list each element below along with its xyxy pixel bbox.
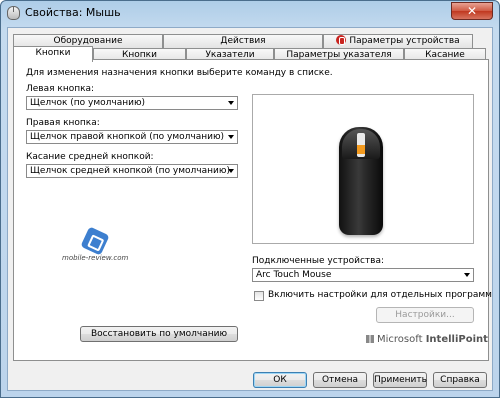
chevron-down-icon: [228, 101, 234, 105]
right-button-select[interactable]: Щелчок правой кнопкой (по умолчанию): [26, 130, 238, 144]
right-button-value: Щелчок правой кнопкой (по умолчанию): [30, 132, 225, 142]
cancel-button[interactable]: Отмена: [313, 372, 367, 388]
brand-product: IntelliPoint: [425, 334, 488, 345]
buttons-panel: Для изменения назначения кнопки выберите…: [13, 59, 492, 361]
mouse-icon: [7, 6, 20, 20]
ok-button[interactable]: ОК: [253, 372, 307, 388]
help-button[interactable]: Справка: [433, 372, 487, 388]
tab-label: Кнопки: [35, 48, 71, 58]
right-button-label: Правая кнопка:: [26, 118, 100, 128]
tab-label: Оборудование: [53, 36, 123, 46]
connected-devices-value: Arc Touch Mouse: [256, 270, 332, 280]
left-button-select[interactable]: Щелчок (по умолчанию): [26, 96, 238, 110]
middle-touch-value: Щелчок средней кнопкой (по умолчанию): [30, 166, 230, 176]
window-title: Свойства: Мышь: [25, 6, 121, 19]
middle-touch-select[interactable]: Щелчок средней кнопкой (по умолчанию): [26, 164, 238, 178]
brand-microsoft: Microsoft: [377, 334, 423, 345]
per-program-label[interactable]: Включить настройки для отдельных програм…: [268, 290, 492, 300]
tab-buttons-active[interactable]: Кнопки: [13, 46, 93, 62]
intellipoint-icon: [336, 35, 347, 45]
per-program-checkbox[interactable]: [254, 291, 264, 301]
tab-label: Действия: [220, 36, 266, 46]
microsoft-icon: [366, 335, 374, 343]
mouse-preview: [252, 94, 474, 244]
left-button-value: Щелчок (по умолчанию): [30, 98, 146, 108]
brand-logo: Microsoft IntelliPoint: [366, 334, 488, 345]
apply-button[interactable]: Применить: [373, 372, 427, 388]
chevron-down-icon: [464, 273, 470, 277]
settings-button[interactable]: Настройки...: [376, 307, 474, 323]
restore-defaults-button[interactable]: Восстановить по умолчанию: [80, 326, 238, 342]
mouse-properties-window: Свойства: Мышь ✕ Оборудование Действия П…: [0, 0, 500, 398]
title-bar[interactable]: Свойства: Мышь ✕: [1, 1, 499, 25]
middle-touch-label: Касание средней кнопкой:: [26, 152, 154, 162]
tab-actions[interactable]: Действия: [163, 34, 323, 48]
chevron-down-icon: [228, 135, 234, 139]
watermark-text: mobile-review.com: [62, 254, 129, 262]
chevron-down-icon: [228, 169, 234, 173]
watermark-logo-icon: [80, 226, 110, 256]
left-button-label: Левая кнопка:: [26, 84, 95, 94]
connected-devices-label: Подключенные устройства:: [252, 256, 385, 266]
close-button[interactable]: ✕: [451, 2, 493, 20]
mouse-image: [339, 127, 383, 235]
connected-devices-select[interactable]: Arc Touch Mouse: [252, 268, 474, 282]
tab-label: Параметры устройства: [349, 36, 460, 46]
mouse-highlight: [357, 145, 365, 154]
tab-device-settings[interactable]: Параметры устройства: [323, 34, 473, 48]
instruction-text: Для изменения назначения кнопки выберите…: [26, 68, 333, 78]
